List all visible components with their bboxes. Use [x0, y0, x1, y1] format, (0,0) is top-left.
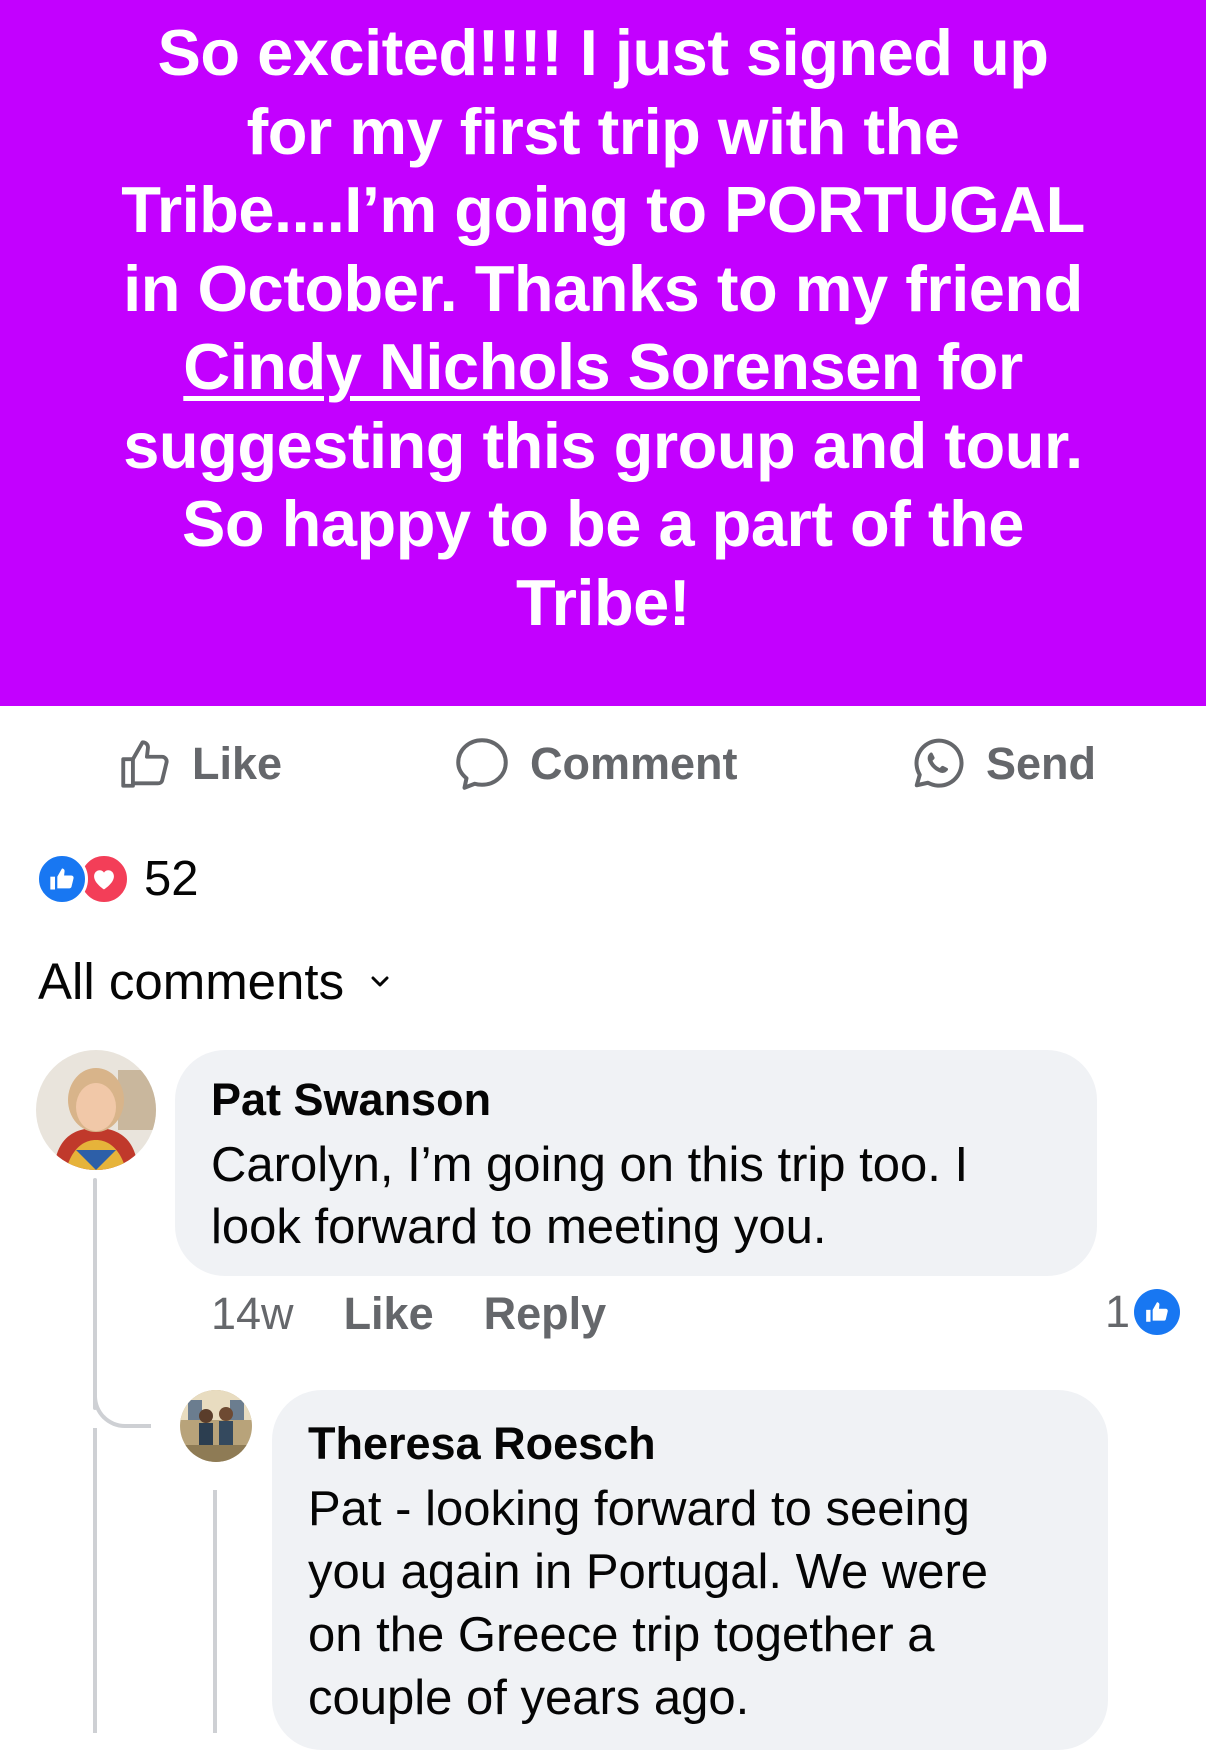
reply-line: on the Greece trip together a	[308, 1608, 935, 1662]
avatar-photo	[36, 1050, 156, 1170]
reply-bubble: Theresa Roesch Pat - looking forward to …	[272, 1390, 1108, 1750]
thread-connector	[93, 1378, 151, 1428]
post-line: Tribe!	[516, 565, 690, 639]
thread-line	[93, 1178, 97, 1410]
post-text: So excited!!!! I just signed up for my f…	[40, 14, 1166, 642]
whatsapp-icon	[914, 738, 964, 788]
chevron-down-icon	[371, 976, 389, 986]
reply-line: couple of years ago.	[308, 1671, 750, 1725]
comments-sort-label: All comments	[38, 953, 345, 1010]
post-line: Cindy Nichols Sorensen for	[40, 328, 1166, 407]
post-background: So excited!!!! I just signed up for my f…	[0, 0, 1206, 706]
reactions-summary[interactable]: 52	[36, 848, 199, 910]
action-bar: Like Comment Send	[0, 706, 1206, 816]
reply-text: Pat - looking forward to seeing you agai…	[308, 1478, 988, 1730]
comment-line: Carolyn, I’m going on this trip too. I	[211, 1138, 969, 1192]
mention-link[interactable]: Cindy Nichols Sorensen	[183, 330, 920, 403]
reaction-count: 52	[144, 852, 199, 906]
post-line: Tribe....I’m going to PORTUGAL	[121, 173, 1085, 246]
reply-thread-line	[213, 1490, 217, 1733]
avatar-photo	[180, 1390, 252, 1462]
comment-like-count[interactable]: 1	[1105, 1286, 1180, 1338]
avatar[interactable]	[180, 1390, 252, 1462]
comment-reply-button[interactable]: Reply	[484, 1288, 607, 1340]
comment-timestamp[interactable]: 14w	[211, 1288, 294, 1340]
avatar[interactable]	[36, 1050, 156, 1170]
send-label: Send	[986, 738, 1097, 789]
post-line: So excited!!!! I just signed up	[157, 16, 1049, 89]
reply-line: Pat - looking forward to seeing	[308, 1482, 970, 1536]
thumbs-up-icon	[121, 740, 169, 788]
post-line: So happy to be a part of the	[182, 487, 1024, 560]
comment-icon	[456, 738, 508, 790]
comment-like-button[interactable]: Like	[344, 1288, 434, 1340]
post-line-tail: for	[919, 330, 1024, 403]
reply-line: you again in Portugal. We were	[308, 1545, 989, 1599]
like-button[interactable]: Like	[116, 734, 282, 794]
comment-line: look forward to meeting you.	[211, 1200, 827, 1254]
like-reaction-icon	[36, 853, 88, 905]
like-label: Like	[192, 738, 283, 789]
post-line: in October. Thanks to my friend	[123, 251, 1083, 325]
comment-author[interactable]: Pat Swanson	[211, 1072, 968, 1128]
thread-line	[93, 1428, 97, 1733]
post-line: suggesting this group and tour.	[123, 408, 1083, 482]
comment-like-number: 1	[1104, 1286, 1130, 1337]
like-reaction-icon	[1134, 1289, 1180, 1335]
comment-text: Carolyn, I’m going on this trip too. I l…	[211, 1134, 968, 1258]
post-line: for my first trip with the	[246, 94, 960, 168]
comment-bubble: Pat Swanson Carolyn, I’m going on this t…	[175, 1050, 1097, 1276]
comment-label: Comment	[530, 738, 738, 789]
reply-author[interactable]: Theresa Roesch	[308, 1416, 988, 1472]
comments-sort-dropdown[interactable]: All comments	[38, 952, 390, 1011]
comment-button[interactable]: Comment	[452, 734, 738, 794]
send-button[interactable]: Send	[908, 734, 1096, 794]
comment-meta: 14w Like Reply	[211, 1288, 606, 1340]
